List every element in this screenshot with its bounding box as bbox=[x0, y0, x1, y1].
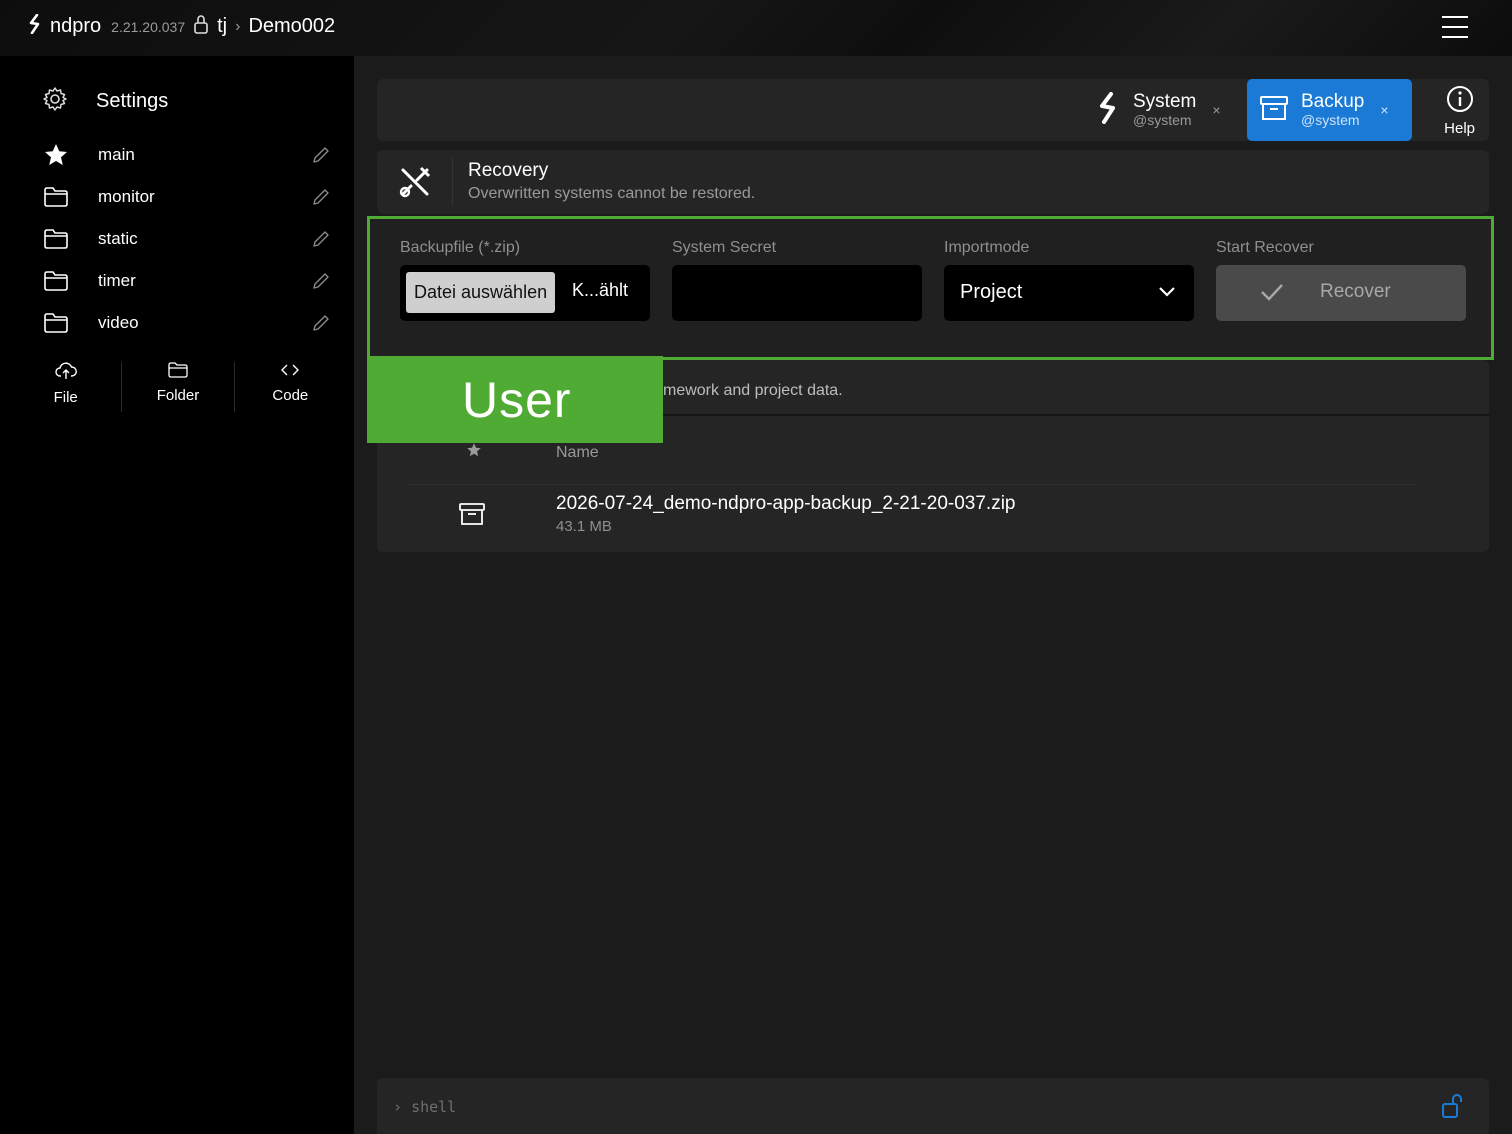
user-tag-label: User bbox=[462, 372, 572, 428]
importmode-value: Project bbox=[960, 281, 1023, 303]
pencil-icon[interactable] bbox=[310, 186, 332, 208]
importmode-select[interactable]: Project bbox=[944, 265, 1194, 321]
divider bbox=[452, 158, 453, 206]
recovery-title: Recovery bbox=[468, 160, 549, 181]
tools-icon bbox=[397, 164, 433, 205]
sidebar-actions: File Folder Code bbox=[10, 362, 346, 412]
ndpro-logo-icon bbox=[1097, 91, 1119, 129]
pencil-icon[interactable] bbox=[310, 312, 332, 334]
new-file-button[interactable]: File bbox=[10, 362, 123, 412]
chevron-down-icon bbox=[1158, 285, 1176, 303]
archive-icon bbox=[1259, 94, 1289, 127]
sidebar-item-timer[interactable]: timer bbox=[42, 266, 332, 296]
sidebar-item-monitor[interactable]: monitor bbox=[42, 182, 332, 212]
new-code-button[interactable]: Code bbox=[235, 362, 346, 412]
importmode-label: Importmode bbox=[944, 239, 1030, 256]
recovery-header: Recovery Overwritten systems cannot be r… bbox=[377, 150, 1489, 214]
cloud-upload-icon bbox=[54, 362, 77, 385]
settings-label: Settings bbox=[96, 90, 169, 112]
pencil-icon[interactable] bbox=[310, 228, 332, 250]
close-icon[interactable]: × bbox=[1380, 102, 1388, 118]
sidebar-item-static[interactable]: static bbox=[42, 224, 332, 254]
backup-description: mework and project data. bbox=[663, 382, 843, 399]
pencil-icon[interactable] bbox=[310, 144, 332, 166]
settings-link[interactable]: Settings bbox=[42, 86, 168, 117]
code-icon bbox=[280, 362, 300, 383]
star-icon bbox=[42, 141, 70, 169]
recover-label: Start Recover bbox=[1216, 239, 1314, 256]
sidebar-item-label: static bbox=[98, 229, 138, 248]
tab-title: Backup bbox=[1301, 91, 1365, 112]
close-icon[interactable]: × bbox=[1212, 102, 1220, 118]
archive-icon bbox=[459, 502, 485, 531]
table-row[interactable]: 2026-07-24_demo-ndpro-app-backup_2-21-20… bbox=[407, 484, 1477, 540]
sidebar-item-label: video bbox=[98, 313, 139, 332]
file-status: K...ählt bbox=[572, 280, 629, 300]
recover-field: Start Recover Recover bbox=[1216, 239, 1466, 321]
recover-button[interactable]: Recover bbox=[1216, 265, 1466, 321]
file-action-label: File bbox=[53, 389, 78, 406]
ndpro-logo-icon bbox=[28, 13, 42, 39]
backupfile-label: Backupfile (*.zip) bbox=[400, 239, 521, 256]
shell-input[interactable]: › shell bbox=[377, 1078, 1489, 1134]
name-column-header[interactable]: Name bbox=[556, 444, 599, 462]
tab-title: System bbox=[1133, 91, 1197, 112]
recovery-subtitle: Overwritten systems cannot be restored. bbox=[468, 185, 756, 202]
gear-icon bbox=[42, 86, 68, 117]
unlock-icon[interactable] bbox=[1441, 1092, 1465, 1125]
sidebar-item-label: main bbox=[98, 145, 135, 164]
shell-prompt: › shell bbox=[393, 1098, 457, 1116]
secret-field: System Secret bbox=[672, 239, 922, 321]
folder-icon bbox=[42, 183, 70, 211]
folder-icon bbox=[42, 309, 70, 337]
new-folder-button[interactable]: Folder bbox=[122, 362, 235, 412]
check-icon bbox=[1260, 282, 1284, 307]
file-input[interactable]: Datei auswählen K...ählt bbox=[400, 265, 650, 321]
help-button[interactable]: Help bbox=[1444, 85, 1475, 137]
app-name[interactable]: ndpro bbox=[50, 15, 101, 38]
pencil-icon[interactable] bbox=[310, 270, 332, 292]
code-action-label: Code bbox=[272, 387, 309, 404]
tab-subtitle: @system bbox=[1133, 112, 1192, 128]
choose-file-button[interactable]: Datei auswählen bbox=[406, 272, 556, 313]
backupfile-field: Backupfile (*.zip) Datei auswählen K...ä… bbox=[400, 239, 650, 321]
menu-icon[interactable] bbox=[1442, 16, 1468, 38]
folder-action-label: Folder bbox=[156, 387, 200, 404]
user-name[interactable]: tj bbox=[217, 15, 227, 38]
tab-system[interactable]: System @system × bbox=[1097, 79, 1247, 141]
tab-subtitle: @system bbox=[1301, 112, 1360, 128]
secret-label: System Secret bbox=[672, 239, 777, 256]
secret-input[interactable] bbox=[672, 265, 922, 321]
sidebar-item-label: timer bbox=[98, 271, 136, 290]
brand: ndpro 2.21.20.037 tj › Demo002 bbox=[28, 13, 335, 39]
sidebar-item-label: monitor bbox=[98, 187, 155, 206]
main-area: System @system × Backup @system × Help R… bbox=[354, 56, 1512, 1134]
file-size: 43.1 MB bbox=[556, 518, 612, 535]
recover-form: Backupfile (*.zip) Datei auswählen K...ä… bbox=[367, 216, 1494, 360]
recover-button-label: Recover bbox=[1320, 281, 1391, 302]
help-label: Help bbox=[1444, 120, 1475, 137]
sidebar-item-main[interactable]: main bbox=[42, 140, 332, 170]
importmode-field: Importmode Project bbox=[944, 239, 1194, 321]
folder-icon bbox=[42, 225, 70, 253]
breadcrumb-separator: › bbox=[235, 17, 241, 35]
shell-placeholder: shell bbox=[411, 1098, 457, 1116]
file-name: 2026-07-24_demo-ndpro-app-backup_2-21-20… bbox=[556, 493, 1016, 514]
sidebar-item-video[interactable]: video bbox=[42, 308, 332, 338]
lock-icon bbox=[193, 14, 209, 39]
star-column-icon[interactable] bbox=[466, 442, 482, 463]
sidebar: Settings main monitor static timer video… bbox=[0, 56, 354, 1134]
project-name[interactable]: Demo002 bbox=[248, 15, 335, 38]
top-bar: ndpro 2.21.20.037 tj › Demo002 bbox=[0, 0, 1512, 56]
tab-backup[interactable]: Backup @system × bbox=[1247, 79, 1412, 141]
info-icon bbox=[1446, 85, 1474, 118]
folder-icon bbox=[42, 267, 70, 295]
app-version: 2.21.20.037 bbox=[111, 18, 186, 35]
user-overlay-tag: User bbox=[367, 356, 663, 443]
folder-icon bbox=[168, 362, 188, 383]
tab-bar: System @system × Backup @system × Help bbox=[377, 79, 1489, 141]
